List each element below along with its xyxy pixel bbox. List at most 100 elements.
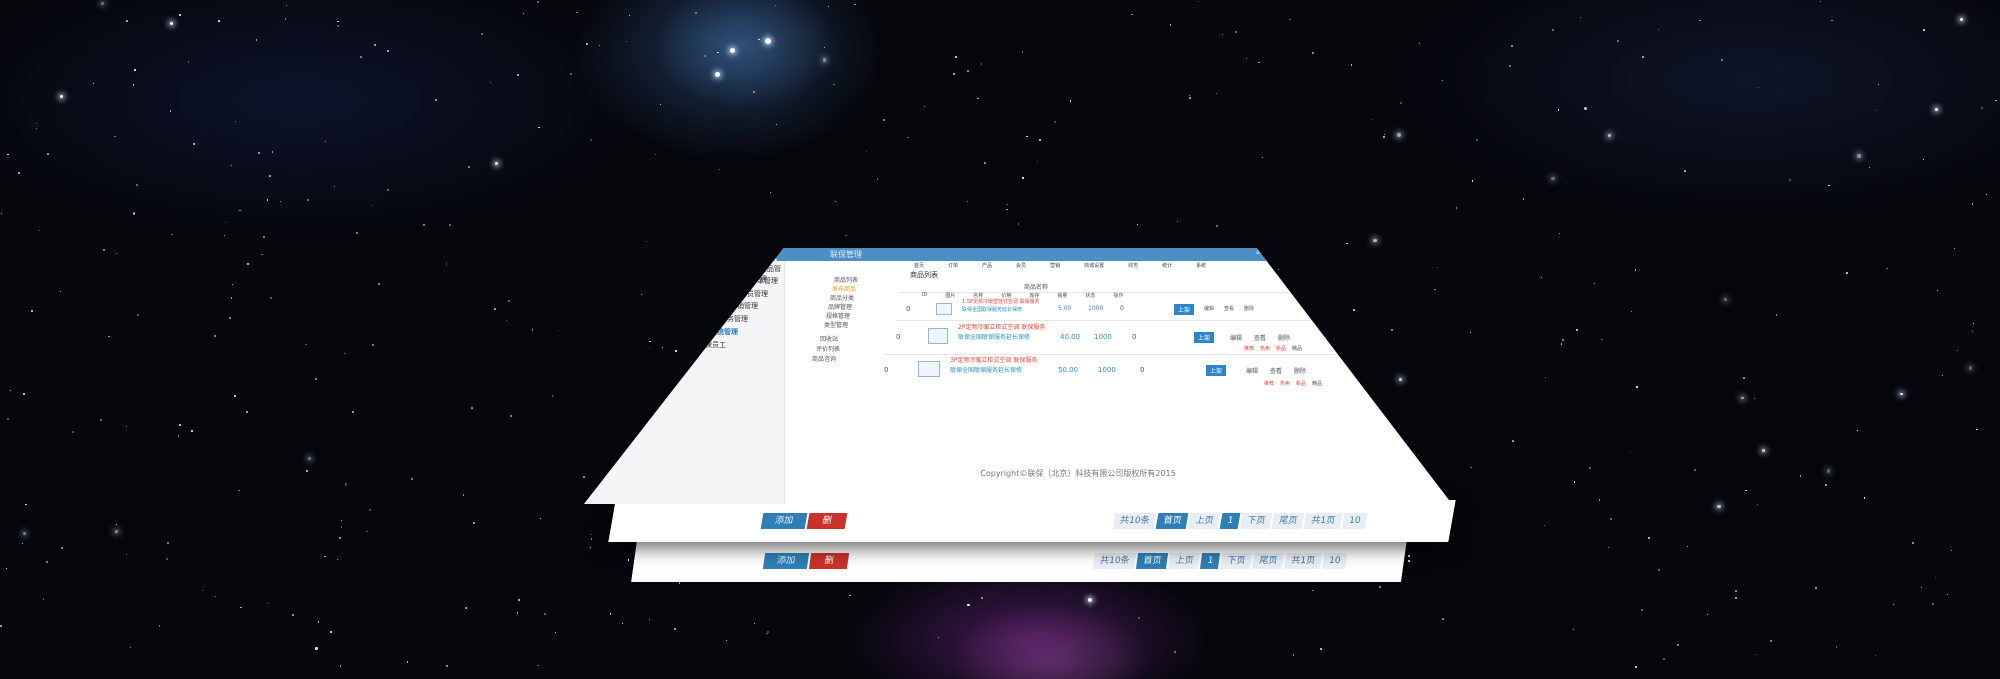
edit-link[interactable]: 编辑 [1204,305,1214,312]
star [473,521,475,524]
star [315,378,318,381]
page-first[interactable]: 首页 [1136,553,1168,569]
star [234,121,236,123]
product-title-blue[interactable]: 联保全国联保服务延长保修 [950,365,1022,374]
sidebar-item-marketing[interactable]: 营销管理 [730,301,758,311]
page-prev[interactable]: 上页 [1188,513,1221,529]
page-current[interactable]: 1 [1220,513,1241,529]
sidebar-item-finance[interactable]: 财务管理 [720,314,748,324]
sidebar-item-system[interactable]: 系统管理 [710,327,738,337]
tag-recommend[interactable]: 推荐 [1264,380,1274,387]
star [132,84,135,86]
star [758,38,760,40]
star [214,595,216,597]
screen-layer-middle: 添加 删 共10条 首页 上页 1 下页 尾页 共1页 10 [608,500,1456,542]
page-last[interactable]: 尾页 [1271,513,1305,529]
nav-item-settings[interactable]: 商城设置 [1084,262,1104,270]
delete-link[interactable]: 删除 [1294,366,1306,375]
delete-link[interactable]: 删除 [1244,305,1254,312]
page-next[interactable]: 下页 [1239,513,1273,529]
star [1968,366,1973,370]
tag-quality[interactable]: 精品 [1312,380,1322,387]
star [125,19,128,22]
nav-item-members[interactable]: 会员 [1016,262,1026,270]
add-button[interactable]: 添加 [760,513,808,529]
tag-new[interactable]: 新品 [1276,345,1286,352]
filter-label: 商品名称 [1024,284,1049,291]
star [1522,198,1525,200]
submenu-publish[interactable]: 发布商品 [832,284,856,293]
page-last[interactable]: 尾页 [1252,553,1284,569]
add-button[interactable]: 添加 [763,553,809,569]
sidebar-item-orders[interactable]: 订单管理 [750,276,778,286]
edit-link[interactable]: 编辑 [1230,333,1242,342]
product-title-blue[interactable]: 联保全国联保服务延长保修 [962,306,1022,313]
star [31,310,34,313]
product-title-red[interactable]: 1.5P定频冷暖壁挂式空调 联保服务 [962,298,1040,305]
submenu-category[interactable]: 商品分类 [830,293,854,302]
search-button[interactable]: 搜索 [1306,281,1331,292]
product-title-red[interactable]: 2P定频冷暖立柜式空调 联保服务 [958,322,1045,331]
page-size-select[interactable]: 10 [1341,513,1368,529]
tag-quality[interactable]: 精品 [1292,345,1302,352]
product-stock: 1000 [1098,366,1116,374]
nav-item-orders[interactable]: 订单 [948,262,958,270]
star [435,99,438,101]
delete-button[interactable]: 删 [806,513,848,529]
star [366,531,368,533]
submenu-spec[interactable]: 规格管理 [826,311,850,320]
page-next[interactable]: 下页 [1220,553,1252,569]
star [46,561,48,563]
star [1885,267,1888,270]
star [678,582,681,584]
page-size-select[interactable]: 10 [1322,553,1348,569]
bright-star [1960,18,1963,21]
publish-product-button[interactable]: +发布商品 [1284,268,1326,279]
star [1320,648,1322,650]
tag-hot[interactable]: 热卖 [1260,345,1270,352]
star [907,137,909,139]
star [0,624,3,627]
tag-new[interactable]: 新品 [1296,380,1306,387]
star [977,97,979,100]
nav-item-system[interactable]: 系统 [1196,262,1206,270]
user-menu[interactable]: admin ▾ [1256,249,1280,256]
delete-link[interactable]: 删除 [1278,333,1290,342]
submenu-reviews[interactable]: 评价列表 [816,344,840,353]
submenu-type[interactable]: 类型管理 [824,320,848,329]
nav-item-marketing[interactable]: 营销 [1050,262,1060,270]
status-badge: 上架 [1206,365,1227,376]
tag-hot[interactable]: 热卖 [1280,380,1290,387]
bright-star [730,48,735,53]
submenu-brand[interactable]: 品牌管理 [828,302,852,311]
nav-item-stats[interactable]: 统计 [1162,262,1172,270]
nav-item-home[interactable]: 首页 [914,262,924,270]
star [981,596,984,599]
product-title-blue[interactable]: 联保全国联保服务延长保修 [958,332,1030,341]
star [25,503,27,505]
col-image: 图片 [945,293,956,299]
edit-link[interactable]: 编辑 [1246,366,1258,375]
sidebar-item-members[interactable]: 会员管理 [740,289,768,299]
star [822,58,827,62]
view-link[interactable]: 查看 [1254,333,1266,342]
star [1920,586,1922,588]
page-first[interactable]: 首页 [1156,513,1189,529]
submenu-recycle[interactable]: 回收站 [820,334,838,343]
product-title-red[interactable]: 3P定频冷暖立柜式空调 联保服务 [950,355,1037,364]
nav-item-products[interactable]: 产品 [982,262,992,270]
view-link[interactable]: 查看 [1270,366,1282,375]
tag-recommend[interactable]: 推荐 [1244,345,1254,352]
status-badge: 上架 [1194,332,1215,343]
delete-button[interactable]: 删 [809,553,849,569]
star [674,627,677,630]
submenu-product-list[interactable]: 商品列表 [834,275,858,284]
star [325,141,327,143]
star [23,393,25,395]
page-prev[interactable]: 上页 [1168,553,1200,569]
view-link[interactable]: 查看 [1224,305,1234,312]
nav-item-finance[interactable]: 财务 [1128,262,1138,270]
submenu-consult[interactable]: 商品咨询 [812,354,836,363]
sidebar-item-staff[interactable]: 联保员工 [698,340,726,350]
page-current[interactable]: 1 [1200,553,1220,569]
